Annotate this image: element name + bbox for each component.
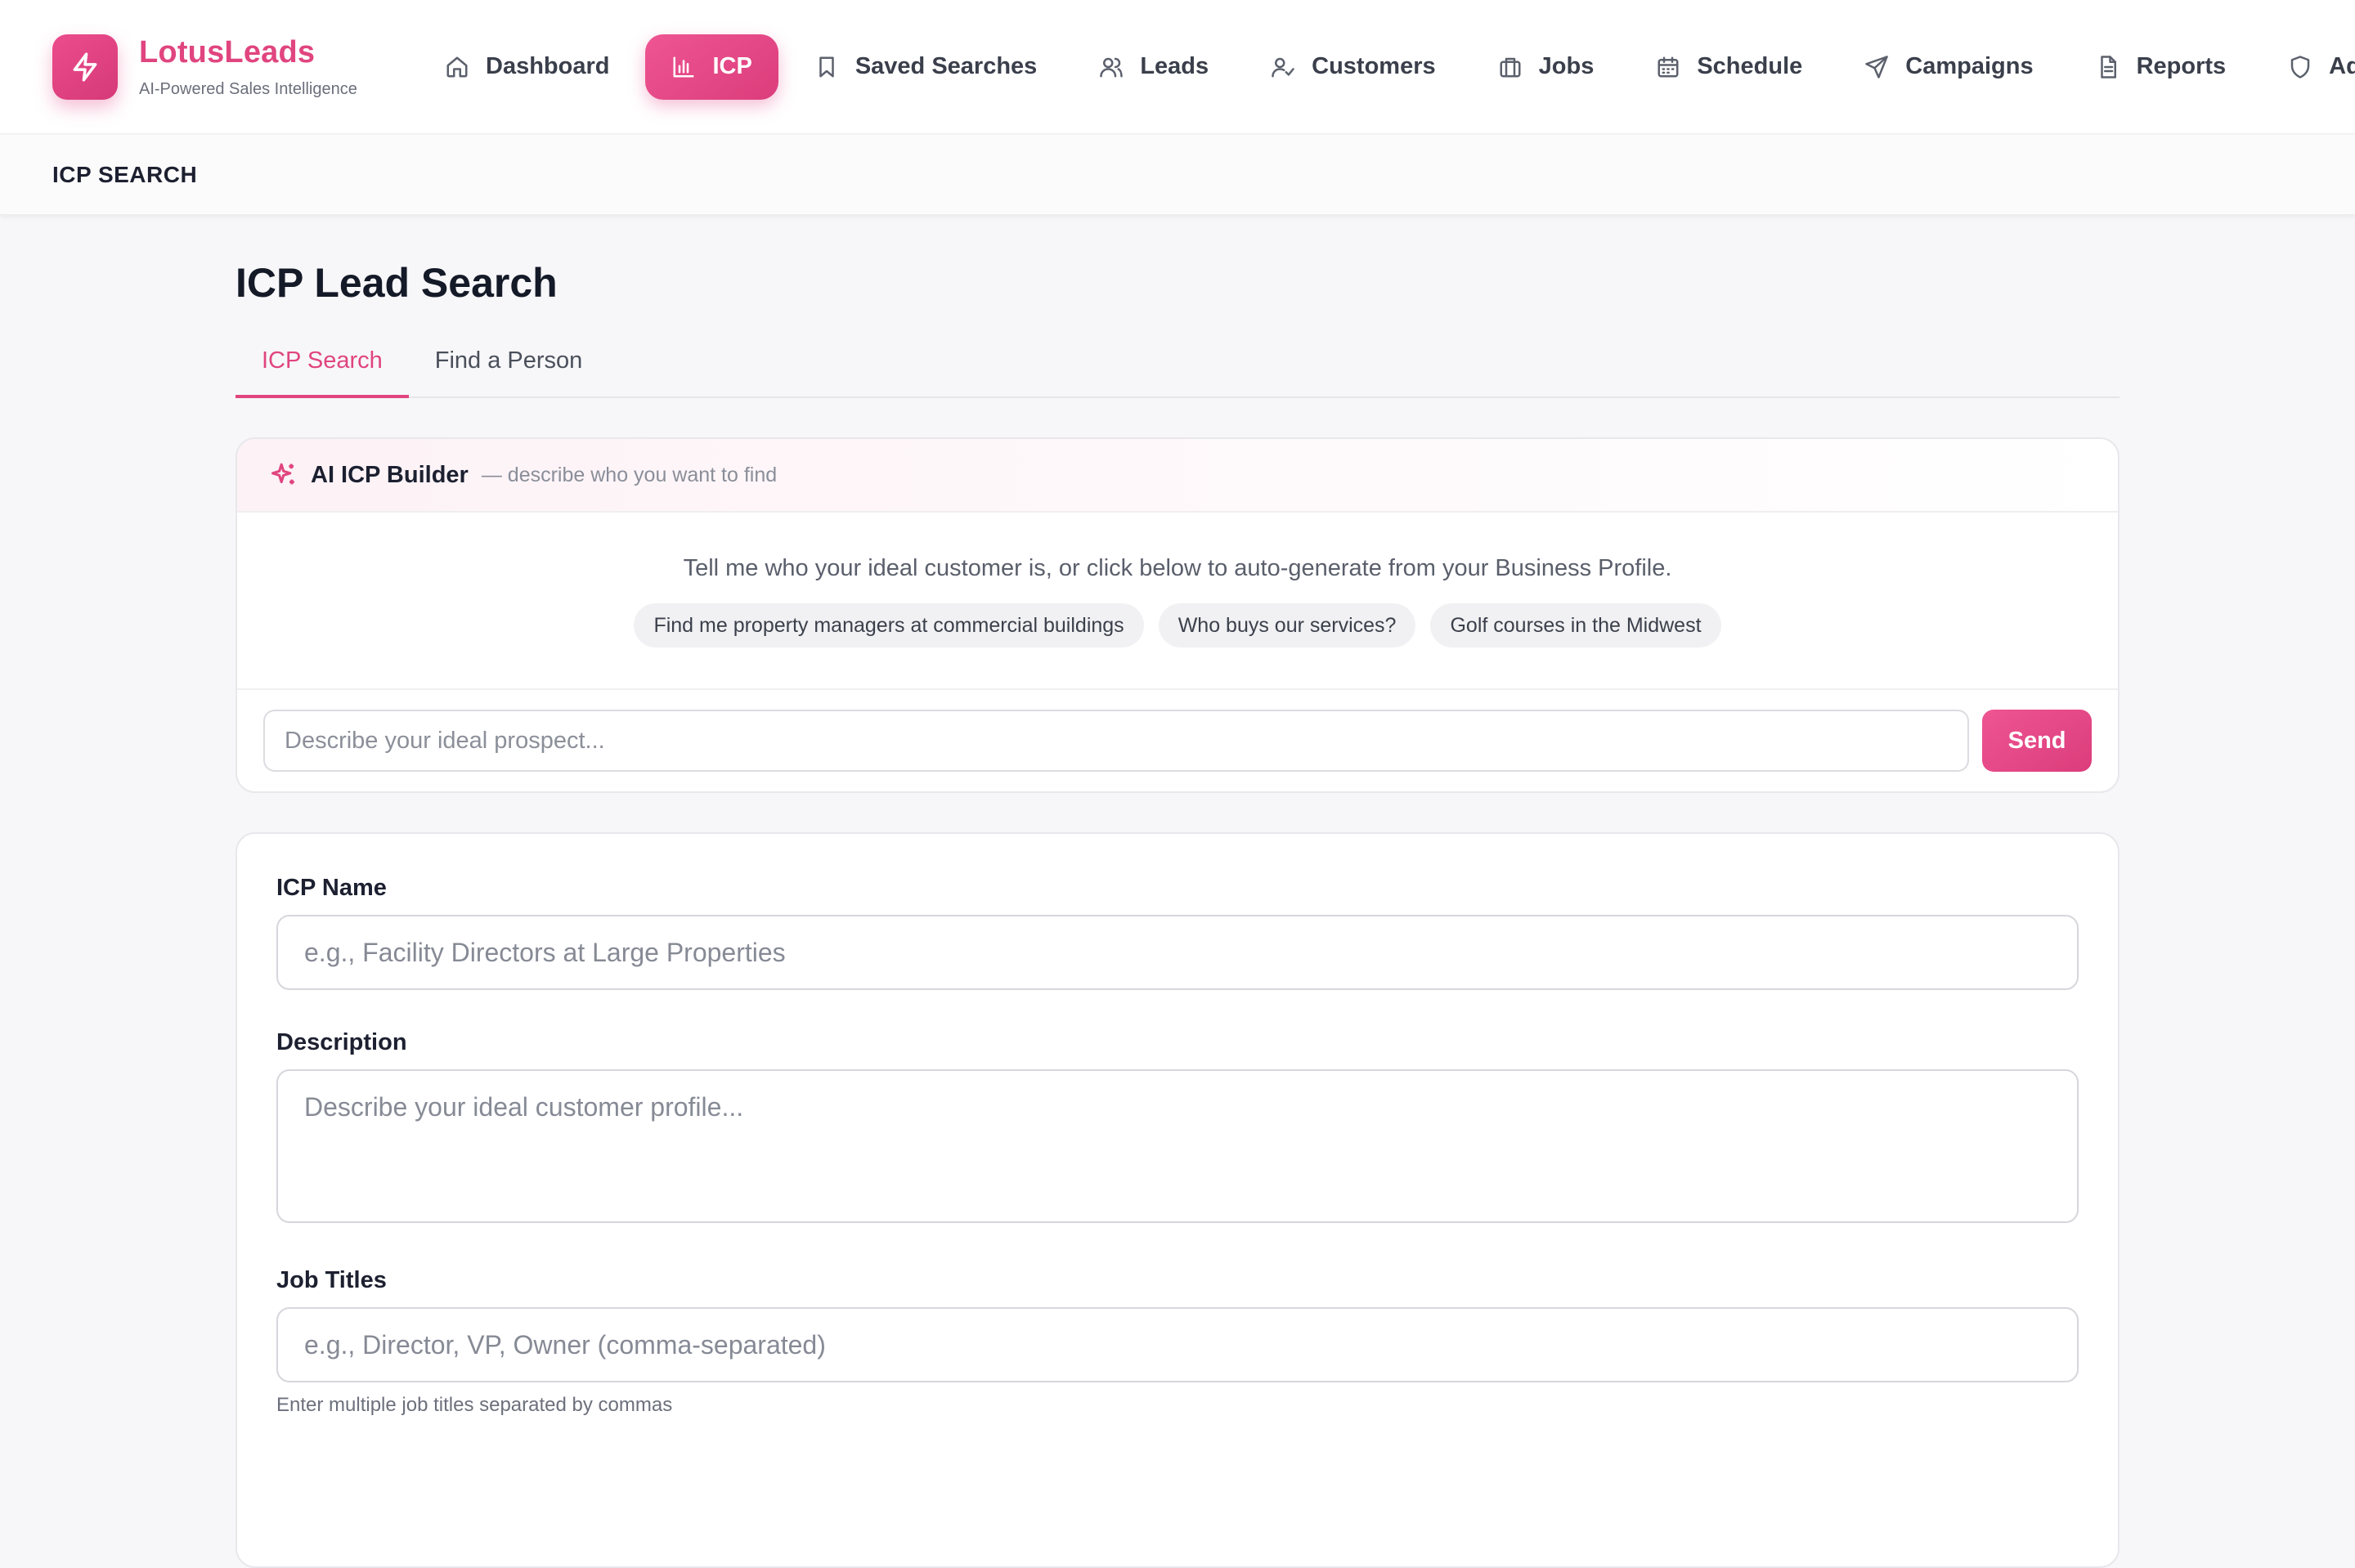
brand-name: LotusLeads: [139, 34, 316, 69]
tab-find-a-person[interactable]: Find a Person: [409, 341, 609, 398]
ai-input-row: Send: [237, 690, 2118, 772]
ai-builder-title: AI ICP Builder: [311, 461, 469, 488]
sparkles-icon: [271, 463, 294, 485]
ai-icp-builder-panel: AI ICP Builder — describe who you want t…: [236, 437, 2120, 793]
breadcrumb-current: ICP SEARCH: [52, 161, 198, 187]
send-button[interactable]: Send: [1982, 710, 2092, 772]
nav-item-label: Jobs: [1538, 53, 1595, 79]
brand[interactable]: LotusLeads AI-Powered Sales Intelligence: [52, 34, 419, 100]
nav-item-label: Saved Searches: [855, 53, 1038, 79]
job-titles-label: Job Titles: [276, 1267, 387, 1293]
main-content: ICP Lead Search ICP Search Find a Person…: [236, 215, 2120, 1568]
suggestion-chip[interactable]: Find me property managers at commercial …: [634, 603, 1144, 647]
top-navigation-bar: LotusLeads AI-Powered Sales Intelligence…: [0, 0, 2355, 134]
main-nav: Dashboard ICP Saved Searches Leads Custo…: [419, 34, 2355, 100]
home-icon: [446, 56, 468, 77]
suggestion-chip[interactable]: Who buys our services?: [1158, 603, 1416, 647]
nav-item-label: Campaigns: [1905, 53, 2034, 79]
briefcase-icon: [1500, 57, 1521, 77]
nav-item-saved-searches[interactable]: Saved Searches: [788, 34, 1063, 100]
nav-item-label: Customers: [1312, 53, 1436, 79]
job-titles-input[interactable]: [276, 1307, 2079, 1382]
nav-item-campaigns[interactable]: Campaigns: [1838, 34, 2059, 100]
nav-item-leads[interactable]: Leads: [1073, 34, 1235, 100]
bar-chart-icon: [673, 56, 694, 77]
search-tabs: ICP Search Find a Person: [236, 341, 2120, 398]
icp-form: ICP Name Description Job Titles Enter mu…: [236, 832, 2120, 1568]
ai-builder-header: AI ICP Builder — describe who you want t…: [237, 439, 2118, 513]
calendar-icon: [1657, 56, 1679, 77]
nav-item-dashboard[interactable]: Dashboard: [419, 34, 635, 100]
nav-item-label: ICP: [712, 53, 752, 79]
send-icon: [1865, 55, 1889, 78]
shield-icon: [2290, 55, 2310, 78]
nav-item-label: Schedule: [1697, 53, 1803, 79]
nav-item-reports[interactable]: Reports: [2070, 34, 2253, 100]
nav-item-customers[interactable]: Customers: [1245, 34, 1462, 100]
ai-builder-prompt: Tell me who your ideal customer is, or c…: [683, 555, 1672, 581]
suggestion-chips: Find me property managers at commercial …: [237, 603, 2118, 647]
breadcrumb: ICP SEARCH: [0, 135, 2355, 215]
prospect-description-input[interactable]: [263, 710, 1970, 772]
lightning-bolt-icon: [52, 34, 118, 100]
description-label: Description: [276, 1029, 407, 1055]
users-icon: [1100, 57, 1124, 77]
nav-item-admin[interactable]: Ad: [2262, 34, 2355, 100]
icp-name-label: ICP Name: [276, 875, 387, 901]
page-title: ICP Lead Search: [236, 260, 558, 306]
ai-builder-subtitle: — describe who you want to find: [481, 463, 778, 486]
nav-item-icp[interactable]: ICP: [645, 34, 778, 100]
suggestion-chip[interactable]: Golf courses in the Midwest: [1430, 603, 1721, 647]
nav-item-label: Leads: [1140, 53, 1209, 79]
nav-item-label: Reports: [2136, 53, 2227, 79]
nav-item-label: Ad: [2329, 53, 2355, 79]
user-check-icon: [1272, 57, 1294, 77]
job-titles-help-text: Enter multiple job titles separated by c…: [276, 1394, 673, 1416]
file-text-icon: [2100, 55, 2116, 78]
tab-icp-search[interactable]: ICP Search: [236, 341, 409, 398]
nav-item-jobs[interactable]: Jobs: [1472, 34, 1621, 100]
ai-builder-body: Tell me who your ideal customer is, or c…: [237, 513, 2118, 690]
brand-tagline: AI-Powered Sales Intelligence: [139, 79, 357, 98]
icp-name-input[interactable]: [276, 915, 2079, 990]
bookmark-icon: [819, 56, 834, 77]
nav-item-schedule[interactable]: Schedule: [1630, 34, 1828, 100]
description-textarea[interactable]: [276, 1069, 2079, 1223]
nav-item-label: Dashboard: [486, 53, 610, 79]
